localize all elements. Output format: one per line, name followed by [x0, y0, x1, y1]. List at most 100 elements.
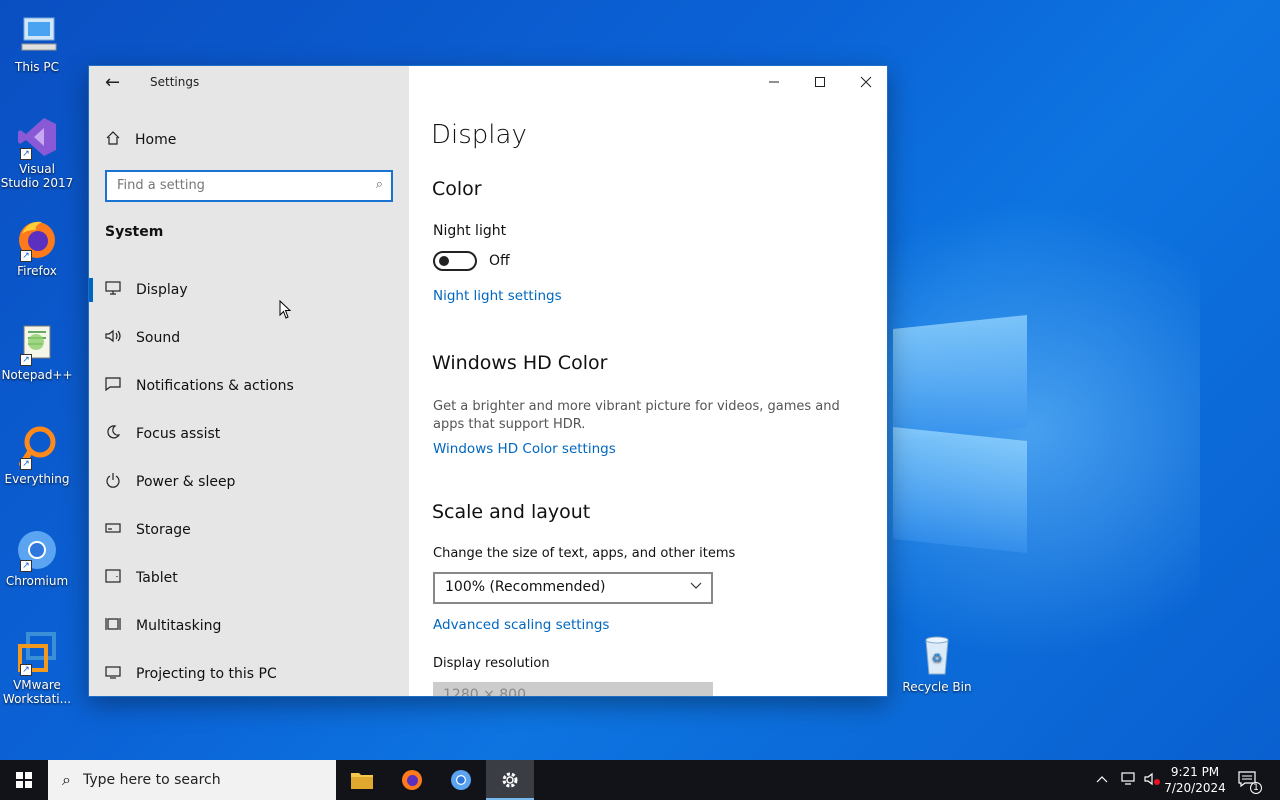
- speaker-icon: [105, 329, 121, 347]
- color-heading: Color: [432, 178, 482, 200]
- back-arrow-icon[interactable]: ←: [105, 72, 120, 93]
- desktop-icon-visual-studio[interactable]: ↗ Visual Studio 2017: [0, 114, 74, 190]
- advanced-scaling-link[interactable]: Advanced scaling settings: [433, 617, 609, 633]
- desktop-icon-vmware[interactable]: ↗ VMware Workstati...: [0, 630, 74, 706]
- settings-window: ← Settings Home Find a setting ⌕ System …: [88, 65, 888, 697]
- desktop-icon-everything[interactable]: ↗ Everything: [0, 424, 74, 486]
- mouse-cursor-icon: [279, 300, 292, 319]
- maximize-icon[interactable]: [797, 66, 843, 98]
- windows-start-icon: [16, 772, 32, 788]
- nav-label: Power & sleep: [136, 474, 236, 490]
- visual-studio-icon: ↗: [14, 114, 60, 160]
- resolution-dropdown[interactable]: 1280 × 800: [433, 682, 713, 697]
- night-light-label: Night light: [433, 223, 507, 239]
- nav-item-sound[interactable]: Sound: [89, 314, 409, 362]
- find-setting-input[interactable]: Find a setting ⌕: [105, 170, 393, 202]
- nav-item-notifications[interactable]: Notifications & actions: [89, 362, 409, 410]
- nav-label: Tablet: [136, 570, 178, 586]
- nav-item-focus-assist[interactable]: Focus assist: [89, 410, 409, 458]
- system-tray: [1096, 760, 1160, 800]
- desktop-icon-notepadpp[interactable]: ↗ Notepad++: [0, 320, 74, 382]
- taskbar-file-explorer[interactable]: [338, 760, 386, 800]
- settings-sidebar: ← Settings Home Find a setting ⌕ System …: [89, 66, 409, 696]
- taskbar-search-placeholder: Type here to search: [82, 772, 221, 788]
- desktop-icon-firefox[interactable]: ↗ Firefox: [0, 216, 74, 278]
- settings-content: Display Color Night light Off Night ligh…: [409, 66, 887, 697]
- desktop-icon-label: This PC: [15, 60, 59, 74]
- desktop-icon-label: Recycle Bin: [902, 680, 972, 694]
- nav-item-display[interactable]: Display: [89, 266, 409, 314]
- recycle-bin-icon: ♻: [914, 632, 960, 678]
- volume-muted-icon[interactable]: [1144, 772, 1160, 789]
- desktop-icon-this-pc[interactable]: This PC: [0, 12, 74, 74]
- clock-date: 7/20/2024: [1164, 781, 1226, 795]
- desktop-icon-label: VMware Workstati...: [2, 678, 72, 706]
- firefox-icon: [402, 770, 422, 790]
- scale-value: 100% (Recommended): [445, 579, 606, 595]
- night-light-settings-link[interactable]: Night light settings: [433, 288, 562, 304]
- chromium-icon: ↗: [14, 526, 60, 572]
- moon-icon: [105, 424, 121, 444]
- nav-item-power-sleep[interactable]: Power & sleep: [89, 458, 409, 506]
- scale-label: Change the size of text, apps, and other…: [433, 546, 736, 561]
- multitasking-icon: [105, 617, 121, 635]
- night-light-toggle[interactable]: [433, 251, 477, 271]
- notification-count-badge: 1: [1250, 781, 1262, 794]
- scale-dropdown[interactable]: 100% (Recommended): [433, 572, 713, 604]
- nav-item-multitasking[interactable]: Multitasking: [89, 602, 409, 650]
- home-label: Home: [135, 132, 177, 148]
- search-icon: ⌕: [62, 770, 71, 789]
- windows-logo-wallpaper: [893, 310, 1029, 554]
- home-nav-item[interactable]: Home: [105, 130, 176, 150]
- desktop-icon-label: Notepad++: [1, 368, 73, 382]
- search-icon: ⌕: [375, 177, 383, 192]
- nav-label: Projecting to this PC: [136, 666, 277, 682]
- desktop-icon-chromium[interactable]: ↗ Chromium: [0, 526, 74, 588]
- title-bar[interactable]: ← Settings: [89, 66, 409, 98]
- taskbar-search-box[interactable]: ⌕ Type here to search: [48, 760, 336, 800]
- chromium-icon: [451, 770, 471, 790]
- chevron-up-icon[interactable]: [1096, 773, 1108, 787]
- resolution-value: 1280 × 800: [443, 687, 526, 697]
- home-icon: [105, 130, 121, 150]
- taskbar-chromium[interactable]: [437, 760, 485, 800]
- page-title: Display: [431, 120, 527, 150]
- projecting-icon: [105, 665, 121, 683]
- desktop: This PC ↗ Visual Studio 2017 ↗ Firefox ↗…: [0, 0, 1280, 760]
- nav-item-storage[interactable]: Storage: [89, 506, 409, 554]
- monitor-icon: [105, 281, 121, 299]
- action-center-button[interactable]: 1: [1238, 760, 1262, 800]
- nav-item-projecting[interactable]: Projecting to this PC: [89, 650, 409, 696]
- nav-label: Display: [136, 282, 188, 298]
- svg-text:♻: ♻: [932, 651, 943, 665]
- close-icon[interactable]: [843, 66, 887, 98]
- nav-item-tablet[interactable]: Tablet: [89, 554, 409, 602]
- hd-color-heading: Windows HD Color: [432, 352, 608, 374]
- taskbar-settings[interactable]: [486, 760, 534, 800]
- search-placeholder: Find a setting: [117, 178, 205, 193]
- nav-label: Sound: [136, 330, 181, 346]
- taskbar-clock[interactable]: 9:21 PM 7/20/2024: [1160, 764, 1230, 796]
- nav-label: Notifications & actions: [136, 378, 294, 394]
- notification-center-icon: 1: [1238, 770, 1262, 794]
- nav-label: Multitasking: [136, 618, 222, 634]
- taskbar: ⌕ Type here to search 9:21 PM 7/20/2024 …: [0, 760, 1280, 800]
- chevron-down-icon: [689, 578, 703, 595]
- hd-color-settings-link[interactable]: Windows HD Color settings: [433, 441, 616, 457]
- start-button[interactable]: [0, 760, 48, 800]
- notepadpp-icon: ↗: [14, 320, 60, 366]
- taskbar-firefox[interactable]: [388, 760, 436, 800]
- window-title: Settings: [150, 75, 200, 89]
- nav-label: Storage: [136, 522, 191, 538]
- minimize-icon[interactable]: [751, 66, 797, 98]
- resolution-label: Display resolution: [433, 656, 550, 671]
- toggle-knob: [439, 256, 449, 266]
- night-light-state: Off: [489, 253, 510, 269]
- power-icon: [105, 472, 121, 492]
- firefox-icon: ↗: [14, 216, 60, 262]
- network-icon[interactable]: [1120, 771, 1136, 789]
- section-heading: System: [105, 224, 164, 240]
- desktop-icon-recycle-bin[interactable]: ♻ Recycle Bin: [900, 632, 974, 694]
- desktop-icon-label: Chromium: [5, 574, 69, 588]
- notification-icon: [105, 377, 121, 395]
